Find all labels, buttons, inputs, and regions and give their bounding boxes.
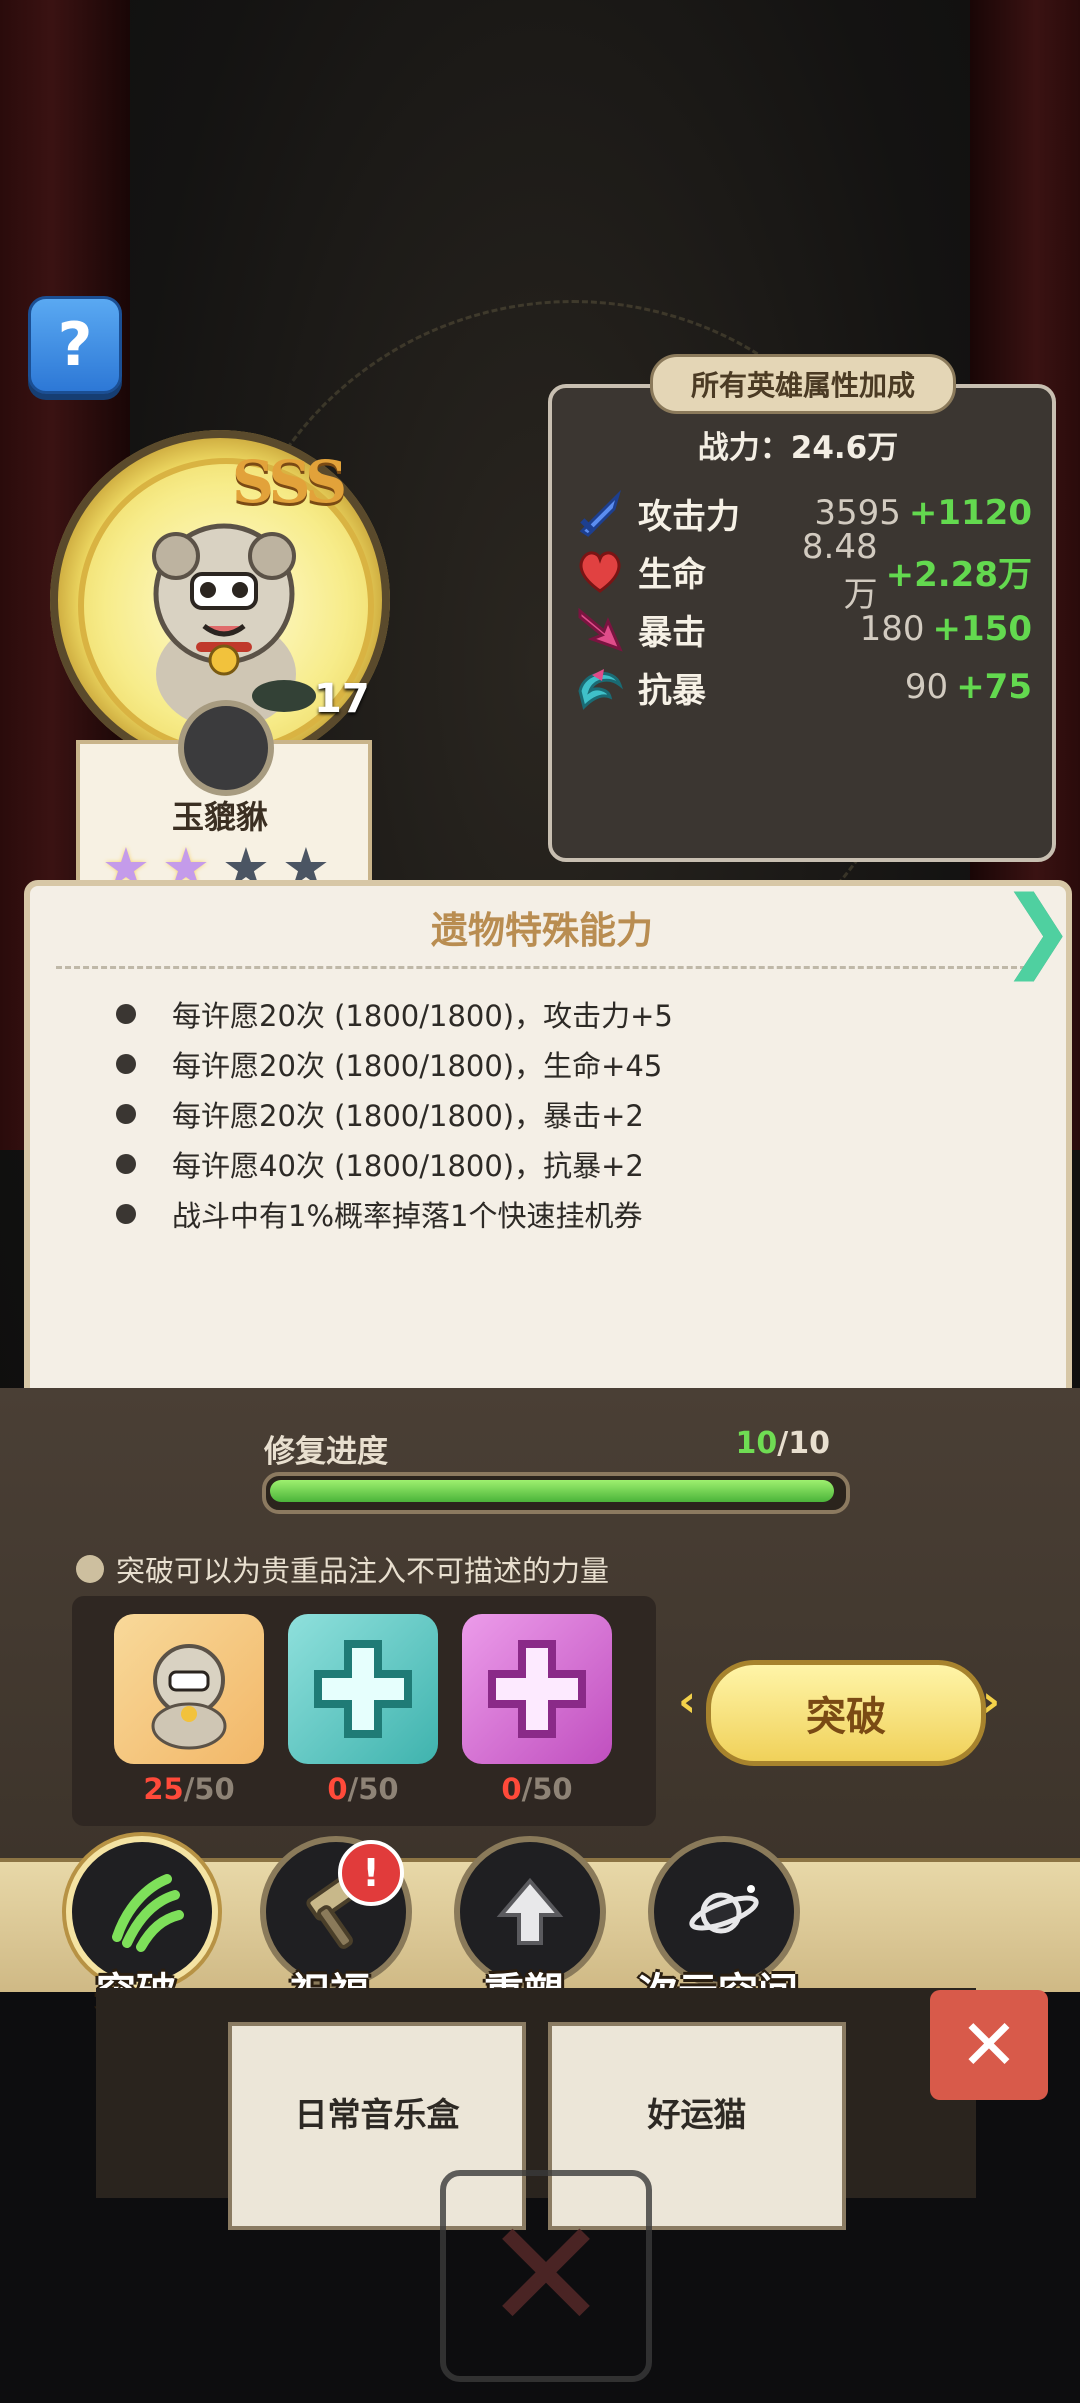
stat-row-crit: 暴击 180 +150 bbox=[572, 600, 1032, 658]
material-count: 25/50 bbox=[114, 1772, 264, 1806]
hero-name: 玉貔貅 bbox=[171, 798, 268, 836]
repair-progress-count: 10/10 bbox=[700, 1426, 830, 1461]
combat-power-label: 战力： bbox=[697, 430, 791, 466]
repair-progress-label: 修复进度 bbox=[264, 1434, 388, 1470]
hero-shard-icon bbox=[114, 1614, 264, 1764]
crit-arrow-icon bbox=[572, 601, 628, 657]
gem-socket[interactable] bbox=[178, 700, 274, 796]
material-current: 25 bbox=[143, 1772, 184, 1806]
material-count: 0/50 bbox=[462, 1772, 612, 1806]
relic-ability-text: 每许愿20次 (1800/1800)，生命+45 bbox=[172, 1049, 663, 1083]
bullet-icon bbox=[116, 1204, 136, 1224]
material-total: /50 bbox=[521, 1772, 573, 1806]
material-total: /50 bbox=[347, 1772, 399, 1806]
breakthrough-tip: 突破可以为贵重品注入不可描述的力量 bbox=[76, 1548, 609, 1590]
combat-power-value: 24.6万 bbox=[790, 430, 899, 466]
material-slot-cyan[interactable]: 0/50 bbox=[288, 1614, 438, 1806]
pink-puzzle-shard-icon bbox=[462, 1614, 612, 1764]
relic-ability-item: 战斗中有1%概率掉落1个快速挂机券 bbox=[116, 1190, 978, 1238]
rank-badge: SSS bbox=[232, 448, 347, 516]
combat-power: 战力：24.6万 bbox=[548, 422, 1048, 467]
bullet-icon bbox=[116, 1054, 136, 1074]
shield-swirl-icon bbox=[572, 659, 628, 715]
repair-progress-fill bbox=[270, 1480, 834, 1502]
stat-row-crit-resist: 抗暴 90 +75 bbox=[572, 658, 1032, 716]
relic-ability-text: 战斗中有1%概率掉落1个快速挂机券 bbox=[172, 1199, 643, 1233]
hero-level: 17 bbox=[314, 676, 370, 722]
info-dot-icon bbox=[76, 1555, 104, 1583]
heart-icon bbox=[572, 543, 628, 599]
stat-bonus-value: +2.28万 bbox=[885, 554, 1032, 595]
material-total: /50 bbox=[183, 1772, 235, 1806]
relic-ability-title: 遗物特殊能力 bbox=[431, 909, 653, 952]
stat-base-value: 180 bbox=[859, 609, 925, 649]
sword-icon bbox=[572, 485, 628, 541]
relic-card-name: 好运猫 bbox=[647, 2095, 747, 2134]
cyan-puzzle-shard-icon bbox=[288, 1614, 438, 1764]
material-count: 0/50 bbox=[288, 1772, 438, 1806]
relic-ability-text: 每许愿20次 (1800/1800)，攻击力+5 bbox=[172, 999, 673, 1033]
relic-ability-text: 每许愿40次 (1800/1800)，抗暴+2 bbox=[172, 1149, 644, 1183]
relic-ability-item: 每许愿20次 (1800/1800)，攻击力+5 bbox=[116, 990, 978, 1038]
help-button[interactable]: ? bbox=[28, 296, 122, 394]
close-button[interactable]: ✕ bbox=[930, 1990, 1048, 2100]
bullet-icon bbox=[116, 1004, 136, 1024]
breakthrough-tip-text: 突破可以为贵重品注入不可描述的力量 bbox=[116, 1554, 610, 1588]
stat-name: 攻击力 bbox=[638, 496, 740, 537]
notification-badge: ! bbox=[338, 1840, 404, 1906]
next-page-arrow-icon[interactable]: ❯ bbox=[1000, 880, 1075, 980]
material-slot-hero-shard[interactable]: 25/50 bbox=[114, 1614, 264, 1806]
question-icon: ? bbox=[57, 310, 93, 380]
bullet-icon bbox=[116, 1104, 136, 1124]
relic-ability-item: 每许愿20次 (1800/1800)，暴击+2 bbox=[116, 1090, 978, 1138]
relic-ability-item: 每许愿20次 (1800/1800)，生命+45 bbox=[116, 1040, 978, 1088]
relic-card-name: 日常音乐盒 bbox=[294, 2095, 460, 2134]
stat-name: 抗暴 bbox=[638, 670, 706, 711]
chevron-right-icon: › bbox=[982, 1676, 1001, 1727]
stat-bonus-value: +150 bbox=[932, 609, 1032, 649]
stat-bonus-value: +1120 bbox=[908, 493, 1032, 533]
stats-panel-title: 所有英雄属性加成 bbox=[650, 354, 956, 414]
stat-name: 生命 bbox=[638, 554, 706, 595]
stat-base-value: 90 bbox=[904, 667, 949, 707]
divider bbox=[56, 966, 1026, 969]
chevron-left-icon: ‹ bbox=[678, 1676, 697, 1727]
repair-current: 10 bbox=[735, 1426, 778, 1461]
relic-ability-item: 每许愿40次 (1800/1800)，抗暴+2 bbox=[116, 1140, 978, 1188]
background-close-icon: ✕ bbox=[440, 2170, 652, 2382]
material-current: 0 bbox=[501, 1772, 522, 1806]
breakthrough-button[interactable]: 突破 bbox=[706, 1660, 986, 1766]
repair-total: /10 bbox=[777, 1426, 830, 1461]
close-icon: ✕ bbox=[959, 2004, 1019, 2086]
material-current: 0 bbox=[327, 1772, 348, 1806]
stat-row-hp: 生命 8.48万 +2.28万 bbox=[572, 527, 1032, 615]
material-slot-pink[interactable]: 0/50 bbox=[462, 1614, 612, 1806]
relic-ability-text: 每许愿20次 (1800/1800)，暴击+2 bbox=[172, 1099, 644, 1133]
bullet-icon bbox=[116, 1154, 136, 1174]
stat-bonus-value: +75 bbox=[956, 667, 1032, 707]
stat-name: 暴击 bbox=[638, 612, 706, 653]
